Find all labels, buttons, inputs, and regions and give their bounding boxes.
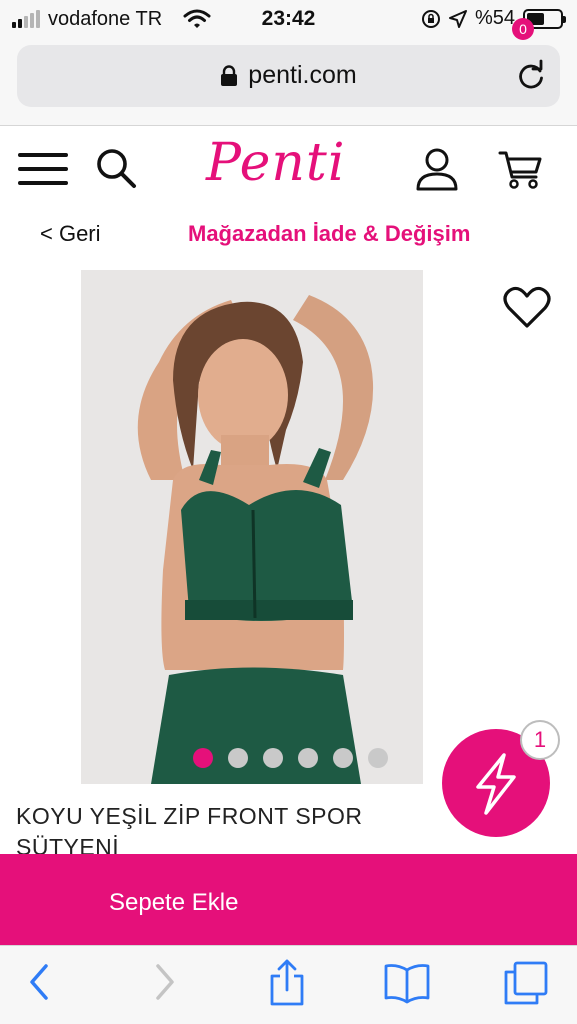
cart-icon[interactable] bbox=[498, 145, 542, 191]
status-bar: vodafone TR 23:42 %54 bbox=[0, 0, 577, 38]
share-icon[interactable] bbox=[268, 958, 306, 1008]
pagination-dot[interactable] bbox=[333, 748, 353, 768]
flash-badge: 1 bbox=[520, 720, 560, 760]
back-arrow-icon[interactable] bbox=[26, 962, 52, 1002]
browser-address-area: penti.com bbox=[0, 38, 577, 126]
product-photo bbox=[81, 270, 423, 784]
tabs-icon[interactable] bbox=[503, 960, 549, 1006]
user-icon[interactable] bbox=[415, 147, 459, 191]
add-to-cart-label: Sepete Ekle bbox=[109, 889, 239, 916]
reload-icon[interactable] bbox=[516, 59, 546, 91]
pagination-dot[interactable] bbox=[368, 748, 388, 768]
product-image[interactable] bbox=[81, 270, 423, 784]
search-icon[interactable] bbox=[95, 147, 137, 189]
menu-icon[interactable] bbox=[18, 153, 68, 185]
location-icon bbox=[448, 9, 467, 28]
bookmarks-icon[interactable] bbox=[383, 962, 431, 1004]
brand-logo[interactable]: Penti bbox=[206, 133, 345, 193]
pagination-dot[interactable] bbox=[228, 748, 248, 768]
add-to-cart-button[interactable]: Sepete Ekle bbox=[0, 854, 577, 945]
pagination-dot[interactable] bbox=[193, 748, 213, 768]
image-pagination bbox=[193, 748, 388, 768]
battery-percent: %54 bbox=[474, 7, 515, 29]
back-link[interactable]: < Geri bbox=[40, 221, 101, 247]
rotation-lock-icon bbox=[421, 9, 440, 28]
address-bar[interactable]: penti.com bbox=[17, 45, 560, 107]
browser-toolbar bbox=[0, 945, 577, 1024]
store-return-link[interactable]: Mağazadan İade & Değişim bbox=[188, 221, 470, 247]
forward-arrow-icon[interactable] bbox=[152, 962, 178, 1002]
url-text: penti.com bbox=[248, 61, 357, 89]
site-header: Penti bbox=[0, 127, 577, 212]
cart-count-badge: 0 bbox=[512, 18, 534, 40]
pagination-dot[interactable] bbox=[298, 748, 318, 768]
lock-icon bbox=[221, 64, 238, 86]
heart-icon[interactable] bbox=[503, 286, 551, 330]
pagination-dot[interactable] bbox=[263, 748, 283, 768]
